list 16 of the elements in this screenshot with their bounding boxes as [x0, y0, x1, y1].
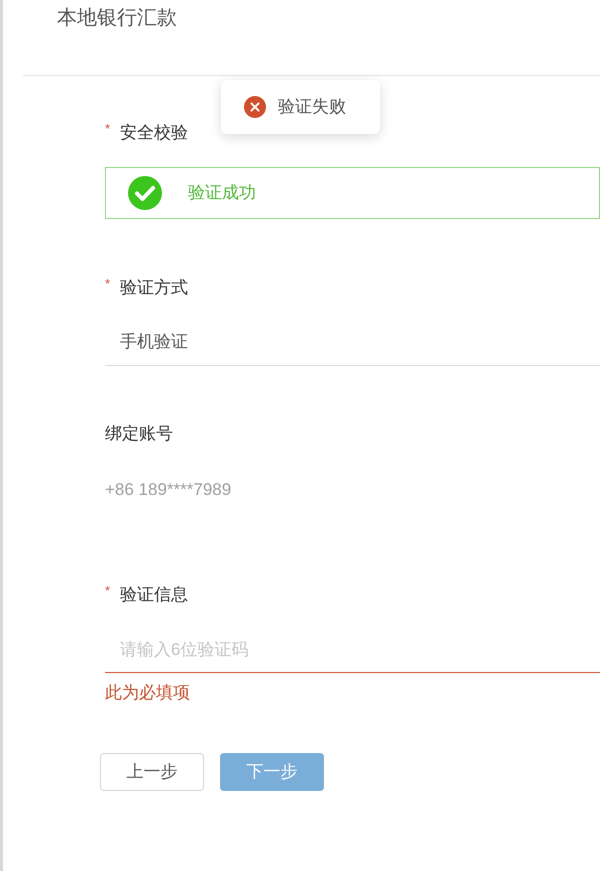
- field-label: 验证方式: [120, 277, 188, 299]
- required-asterisk: *: [105, 276, 112, 292]
- field-label: 验证信息: [120, 584, 188, 606]
- toast-text: 验证失败: [278, 96, 346, 118]
- verification-code-field[interactable]: 请输入6位验证码: [105, 627, 600, 673]
- field-label: 安全校验: [120, 122, 188, 144]
- back-button[interactable]: 上一步: [100, 753, 204, 791]
- required-asterisk: *: [105, 583, 112, 599]
- page-title: 本地银行汇款: [57, 6, 178, 31]
- error-message: 此为必填项: [105, 682, 191, 704]
- required-asterisk: *: [105, 121, 112, 137]
- bound-account-text: +86 189****7989: [105, 479, 232, 501]
- verify-result-text: 验证成功: [188, 182, 256, 204]
- verify-method-field[interactable]: 手机验证: [105, 319, 600, 366]
- check-circle-icon: [128, 176, 162, 210]
- field-label: 绑定账号: [105, 423, 173, 445]
